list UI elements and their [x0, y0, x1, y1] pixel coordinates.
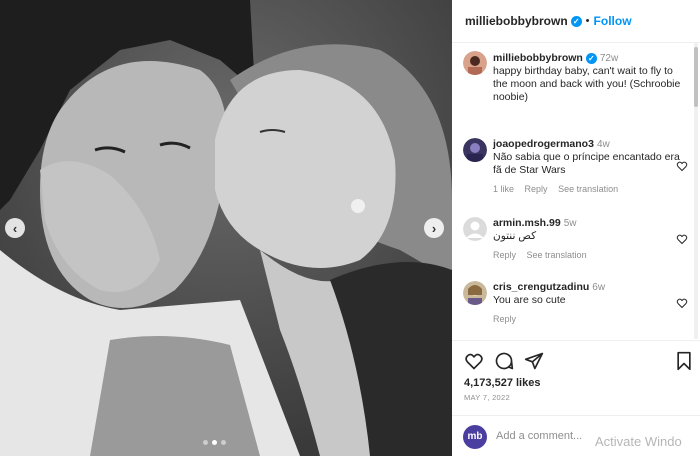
carousel-prev-button[interactable]: ‹: [5, 218, 25, 238]
scrollbar-thumb[interactable]: [694, 47, 698, 107]
reply-button[interactable]: Reply: [525, 184, 548, 194]
comment-meta: 1 like Reply See translation: [493, 183, 683, 196]
comment-icon[interactable]: [494, 351, 514, 371]
author-username[interactable]: milliebobbybrown: [465, 14, 568, 28]
carousel-dot: [203, 440, 208, 445]
comments-list[interactable]: milliebobbybrown ✓ 72w happy birthday baby…: [452, 43, 692, 339]
caption-time[interactable]: 72w: [600, 53, 618, 64]
post-header: milliebobbybrown ✓ • Follow: [452, 0, 700, 43]
heart-icon[interactable]: [676, 297, 688, 309]
comment-text: کص ننتون: [493, 230, 537, 242]
comment-username[interactable]: armin.msh.99: [493, 217, 561, 229]
see-translation-button[interactable]: See translation: [527, 250, 587, 260]
caption-username[interactable]: milliebobbybrown: [493, 52, 583, 64]
avatar[interactable]: [463, 281, 487, 305]
comment-time[interactable]: 4w: [597, 139, 610, 150]
separator-dot: •: [585, 15, 590, 27]
post-photo[interactable]: ‹ ›: [0, 0, 452, 456]
reply-button[interactable]: Reply: [493, 250, 516, 260]
comment-text: Não sabia que o príncipe encantado era f…: [493, 151, 680, 176]
action-icons-row: [464, 351, 692, 371]
chevron-left-icon: ‹: [12, 220, 18, 236]
heart-icon[interactable]: [676, 233, 688, 245]
carousel-dots: [203, 440, 226, 445]
post-sidebar: milliebobbybrown ✓ • Follow milliebobbyb…: [452, 0, 700, 456]
caption-text: happy birthday baby, can't wait to fly t…: [493, 65, 681, 103]
carousel-next-button[interactable]: ›: [424, 218, 444, 238]
heart-icon[interactable]: [464, 351, 484, 371]
verified-icon: ✓: [585, 53, 597, 64]
comment-username[interactable]: cris_crengutzadinu: [493, 281, 589, 293]
see-translation-button[interactable]: See translation: [558, 184, 618, 194]
comment-meta: Reply See translation: [493, 249, 683, 262]
bookmark-icon[interactable]: [674, 351, 694, 371]
post-date: MAY 7, 2022: [464, 393, 510, 402]
verified-icon: ✓: [570, 15, 582, 27]
avatar[interactable]: [463, 138, 487, 162]
comment-likes[interactable]: 1 like: [493, 184, 514, 194]
comment-time[interactable]: 6w: [592, 282, 605, 293]
current-user-avatar: mb: [463, 425, 487, 449]
comments-scrollbar[interactable]: [694, 43, 698, 339]
avatar[interactable]: [463, 217, 487, 241]
photo-image: [0, 0, 452, 456]
chevron-right-icon: ›: [431, 220, 437, 236]
likes-count[interactable]: 4,173,527 likes: [464, 377, 540, 389]
windows-activation-watermark: Activate Windo: [595, 434, 682, 449]
heart-icon[interactable]: [676, 160, 688, 172]
avatar[interactable]: [463, 51, 487, 75]
comment-text: You are so cute: [493, 294, 566, 306]
carousel-dot: [221, 440, 226, 445]
comment-username[interactable]: joaopedrogermano3: [493, 138, 594, 150]
share-icon[interactable]: [524, 351, 544, 371]
carousel-dot-active: [212, 440, 217, 445]
reply-button[interactable]: Reply: [493, 314, 516, 324]
comment-time[interactable]: 5w: [564, 218, 577, 229]
follow-button[interactable]: Follow: [594, 14, 632, 28]
comment-meta: Reply: [493, 313, 683, 326]
